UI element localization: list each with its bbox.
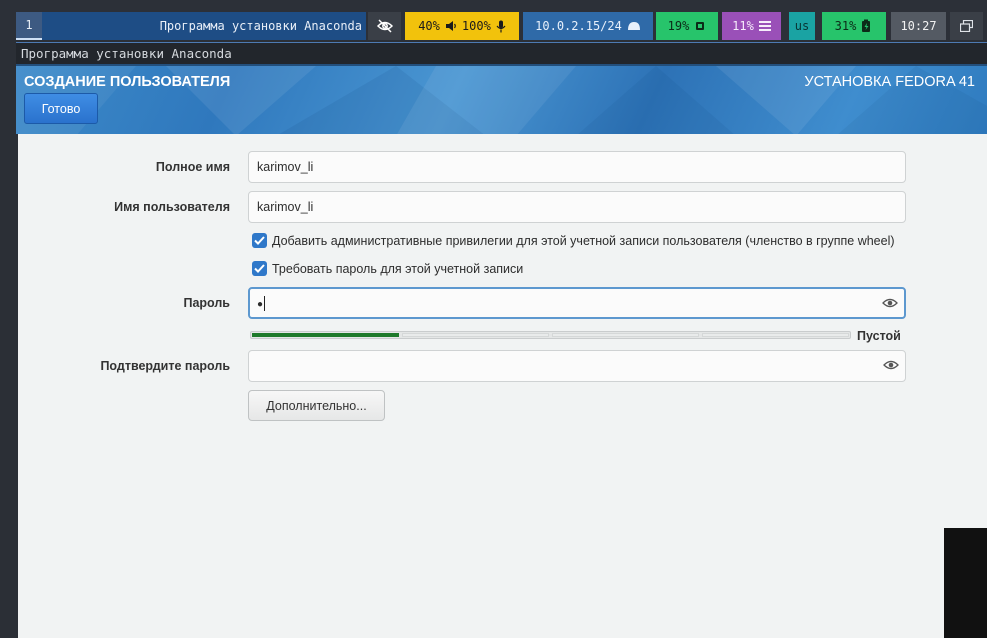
strength-segment [702,333,849,337]
dark-overlay-region [944,528,987,638]
window-title-text: Программа установки Anaconda [159,19,362,33]
windows-icon [960,20,973,32]
clock[interactable]: 10:27 [891,12,946,40]
username-label: Имя пользователя [114,200,230,214]
cpu-widget[interactable]: 19% [656,12,718,40]
password-strength-meter [250,331,851,339]
microphone-icon [496,20,506,32]
window-switcher-button[interactable] [950,12,983,40]
volume-value: 100% [461,19,491,33]
keyboard-layout-value: us [794,19,810,33]
checkmark-icon [254,236,265,245]
strength-segment [552,333,699,337]
fullname-label: Полное имя [155,160,230,174]
brightness-value: 40% [418,19,440,33]
audio-widget[interactable]: 40% 100% [405,12,519,40]
require-password-row[interactable]: Требовать пароль для этой учетной записи [252,261,523,276]
focused-window-title: Программа установки Anaconda [42,12,366,40]
product-title: УСТАНОВКА FEDORA 41 [804,74,975,90]
username-input[interactable]: karimov_li [248,191,906,223]
battery-value: 31% [834,19,857,33]
cloud-icon [627,22,640,30]
advanced-button[interactable]: Дополнительно... [248,390,385,421]
memory-value: 11% [732,19,754,33]
confirm-password-input[interactable] [248,350,906,382]
eye-slash-icon [376,19,393,33]
speaker-icon [445,21,456,31]
password-value: ● [257,299,264,310]
status-bar: 1 Программа установки Anaconda 40% 100% … [0,0,987,40]
admin-privileges-label: Добавить административные привилегии для… [272,233,895,248]
password-label: Пароль [183,296,230,310]
cpu-value: 19% [667,19,690,33]
strength-segment [402,333,549,337]
workspace-number: 1 [25,18,33,32]
battery-charging-icon [862,19,871,32]
checkmark-icon [254,264,265,273]
password-input[interactable]: ● [248,287,906,319]
spoke-header: СОЗДАНИЕ ПОЛЬЗОВАТЕЛЯ УСТАНОВКА FEDORA 4… [16,64,987,134]
require-password-checkbox[interactable] [252,261,267,276]
eye-icon[interactable] [882,297,898,309]
require-password-label: Требовать пароль для этой учетной записи [272,261,524,276]
admin-privileges-checkbox[interactable] [252,233,267,248]
spoke-title: СОЗДАНИЕ ПОЛЬЗОВАТЕЛЯ [24,74,231,90]
text-cursor [264,296,266,312]
username-value: karimov_li [257,200,314,214]
eye-icon[interactable] [883,359,899,371]
fullname-value: karimov_li [257,160,314,174]
memory-icon [758,21,771,31]
fullname-input[interactable]: karimov_li [248,151,906,183]
window-titlebar[interactable]: Программа установки Anaconda [16,42,987,64]
done-button[interactable]: Готово [24,93,98,124]
network-widget[interactable]: 10.0.2.15/24 [523,12,653,40]
keyboard-layout[interactable]: us [789,12,815,40]
battery-widget[interactable]: 31% [822,12,886,40]
window-titlebar-text: Программа установки Anaconda [21,46,232,61]
privacy-indicator[interactable] [368,12,401,40]
ip-address: 10.0.2.15/24 [535,19,622,33]
chip-icon [696,22,705,30]
clock-time: 10:27 [900,19,937,33]
workspace-indicator[interactable]: 1 [16,12,42,40]
confirm-password-label: Подтвердите пароль [100,359,230,373]
memory-widget[interactable]: 11% [722,12,781,40]
strength-segment [252,333,399,337]
admin-privileges-row[interactable]: Добавить административные привилегии для… [252,233,895,248]
password-strength-text: Пустой [857,329,901,343]
user-creation-form: Полное имя karimov_li Имя пользователя k… [18,134,987,638]
